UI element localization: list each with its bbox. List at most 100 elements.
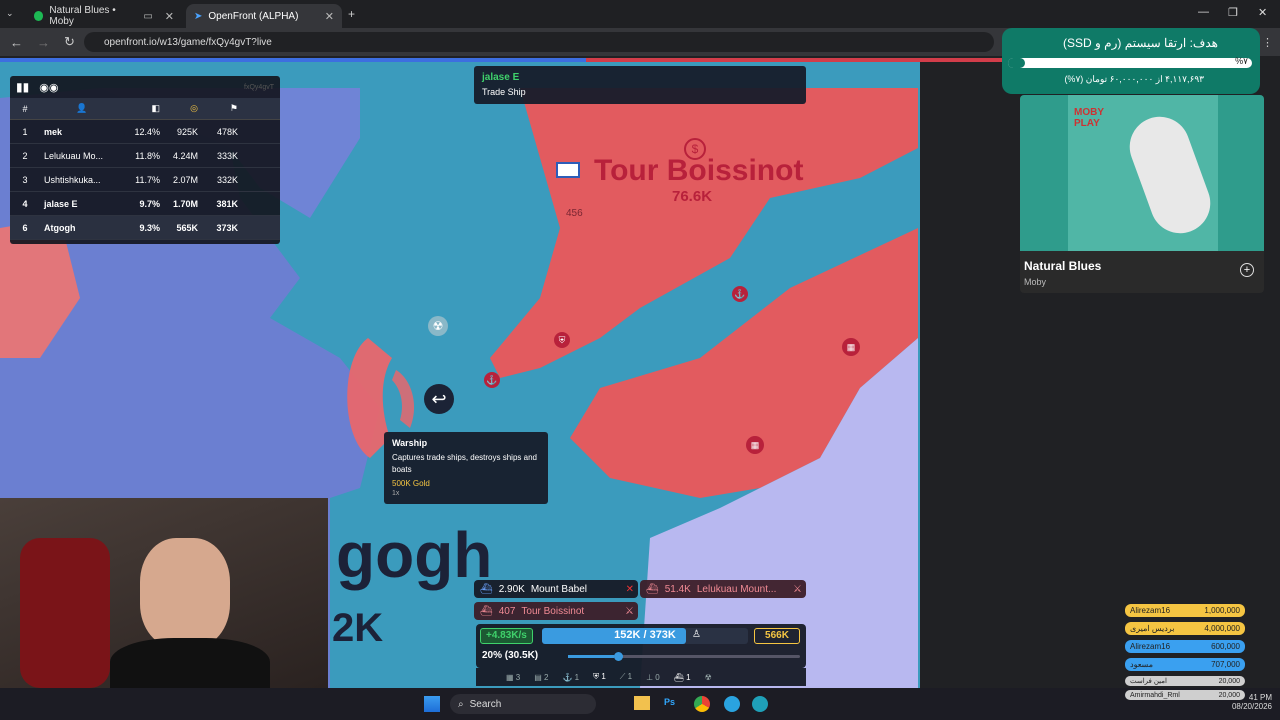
- tab-list-icon[interactable]: ⌄: [6, 8, 14, 19]
- new-tab-icon[interactable]: +: [348, 7, 355, 21]
- build-city-icon[interactable]: ▦ 3: [506, 673, 520, 682]
- goal-title: هدف: ارتقا سیستم (رم و SSD): [1063, 36, 1218, 50]
- telegram-icon[interactable]: [724, 696, 740, 712]
- donation-goal: هدف: ارتقا سیستم (رم و SSD) %۷ ۴,۱۱۷,۶۹۳…: [1002, 28, 1260, 94]
- city-icon: ▦: [842, 338, 860, 356]
- close-tab-icon[interactable]: ✕: [165, 10, 174, 23]
- leaderboard-header: # 👤 ◧ ◎ ⚑: [10, 98, 280, 120]
- troops-cell: 373K: [216, 222, 238, 233]
- tab-openfront[interactable]: ➤ OpenFront (ALPHA) ✕: [186, 4, 342, 28]
- photoshop-icon[interactable]: Ps: [664, 697, 675, 707]
- players-icon[interactable]: ◉◉: [39, 81, 58, 94]
- goal-progress: [1008, 58, 1252, 68]
- pct-cell: 12.4%: [134, 126, 160, 137]
- boat-icon: ⛴: [480, 583, 493, 595]
- attack-row[interactable]: ⛴ 2.90K Mount Babel ✕: [474, 580, 638, 598]
- tab-audio-icon[interactable]: ▭: [143, 11, 152, 22]
- windows-start-icon[interactable]: [424, 696, 440, 712]
- flag-icon: [556, 162, 580, 178]
- trade-ship-tooltip: jalase E Trade Ship: [474, 66, 806, 104]
- table-row[interactable]: 6 Atgogh 9.3% 565K 373K: [10, 216, 280, 240]
- taskbar-search[interactable]: ⌕ Search: [450, 694, 596, 714]
- game-id: fxQy4gvT: [244, 83, 274, 91]
- table-row[interactable]: 1 mek 12.4% 925K 478K: [10, 120, 280, 144]
- build-port-icon[interactable]: ⚓ 1: [562, 673, 579, 682]
- rank-header[interactable]: #: [10, 104, 40, 114]
- spotify-icon: [34, 11, 44, 21]
- attack-amount: 2.90K: [498, 583, 525, 595]
- clock-date: 08/20/2026: [1231, 702, 1272, 711]
- edge-icon[interactable]: [752, 696, 768, 712]
- back-icon[interactable]: ←: [10, 35, 23, 50]
- forward-icon[interactable]: →: [37, 35, 50, 50]
- album-text: MOBY PLAY: [1074, 107, 1104, 129]
- gold-cell: 1.70M: [172, 198, 198, 209]
- troop-rate: +4.83K/s: [480, 628, 533, 644]
- gold-cell: 4.24M: [172, 150, 198, 161]
- chrome-icon[interactable]: [694, 696, 710, 712]
- reload-icon[interactable]: ↻: [64, 34, 75, 50]
- leaderboard-panel: ▮▮ ◉◉ fxQy4gvT # 👤 ◧ ◎ ⚑ 1 mek 12.4% 925…: [10, 76, 280, 244]
- table-row[interactable]: 3 Ushtishkuka... 11.7% 2.07M 332K: [10, 168, 280, 192]
- url-text: openfront.io/w13/game/fxQy4gvT?live: [104, 36, 272, 48]
- file-explorer-icon[interactable]: [634, 696, 650, 710]
- incoming-attack-row[interactable]: ⛴ 51.4K Lelukuau Mount... ⚔: [640, 580, 806, 598]
- city-icon: ▦: [746, 436, 764, 454]
- table-row[interactable]: 4 jalase E 9.7% 1.70M 381K: [10, 192, 280, 216]
- add-icon[interactable]: +: [1240, 263, 1254, 277]
- close-tab-icon[interactable]: ✕: [325, 10, 334, 23]
- nuke-build-icon[interactable]: ☢: [705, 673, 712, 682]
- ratio-slider[interactable]: [568, 652, 800, 661]
- build-factory-icon[interactable]: ▤ 2: [534, 673, 548, 682]
- menu-icon[interactable]: ⋮: [1262, 36, 1273, 49]
- troops-cell: 333K: [216, 150, 238, 161]
- player-icon[interactable]: 👤: [40, 103, 120, 114]
- browser-tab-bar: ⌄ Natural Blues • Moby ▭ ✕ ➤ OpenFront (…: [0, 0, 1280, 28]
- gold-amount: 566K: [754, 628, 800, 644]
- nuke-icon: ☢: [428, 316, 448, 336]
- now-playing-widget: MOBY PLAY Natural Blues Moby +: [1020, 95, 1264, 293]
- rank-cell: 2: [22, 150, 28, 161]
- back-arrow-icon[interactable]: ↩: [424, 384, 454, 414]
- build-defense-icon[interactable]: ⛨ 1: [593, 672, 606, 682]
- warship-desc: Captures trade ships, destroys ships and…: [392, 453, 537, 474]
- troops-icon[interactable]: ⚑: [198, 103, 238, 114]
- build-sam-icon[interactable]: ⊥ 0: [646, 673, 660, 682]
- name-cell: mek: [44, 126, 63, 137]
- address-bar[interactable]: openfront.io/w13/game/fxQy4gvT?live: [84, 32, 994, 52]
- control-panel: +4.83K/s 152K / 373K ♙ 566K 20% (30.5K): [476, 624, 806, 668]
- table-row[interactable]: 2 Lelukuau Mo... 11.8% 4.24M 333K: [10, 144, 280, 168]
- build-warship-icon[interactable]: ⛴ 1: [674, 673, 691, 682]
- attack-amount: 51.4K: [664, 583, 691, 595]
- streamer-face: [140, 538, 230, 648]
- tooltip-player: jalase E: [482, 72, 520, 83]
- name-cell: Atgogh: [44, 222, 76, 233]
- openfront-icon: ➤: [194, 10, 203, 22]
- name-cell: jalase E: [44, 198, 78, 209]
- maximize-icon[interactable]: ❐: [1228, 6, 1238, 19]
- pct-cell: 11.8%: [135, 150, 160, 161]
- name-cell: Lelukuau Mo...: [44, 150, 104, 161]
- minimize-icon[interactable]: —: [1198, 6, 1209, 18]
- gold-cell: 565K: [176, 222, 198, 233]
- gold-icon[interactable]: ◎: [160, 103, 198, 114]
- donor-item: بردیس امیری 4,000,000: [1125, 622, 1245, 635]
- gaming-chair: [20, 538, 110, 688]
- tab-natural-blues[interactable]: Natural Blues • Moby ▭ ✕: [26, 4, 182, 28]
- anchor-icon: ⚓: [484, 372, 500, 388]
- tooltip-unit: Trade Ship: [482, 87, 526, 97]
- slider-handle[interactable]: [614, 652, 624, 661]
- warship-cost: 500K Gold: [392, 479, 430, 488]
- incoming-attack-row[interactable]: ⛴ 407 Tour Boissinot ⚔: [474, 602, 638, 620]
- build-missile-icon[interactable]: ⟋ 1: [620, 672, 632, 682]
- donor-item: Amirmahdi_Rml 20,000: [1125, 690, 1245, 700]
- donor-item: مسعود 707,000: [1125, 658, 1245, 671]
- webcam-overlay: [0, 498, 328, 688]
- cancel-icon[interactable]: ✕: [626, 584, 634, 595]
- boat-icon: ⛴: [646, 583, 659, 595]
- territory-icon[interactable]: ◧: [120, 103, 160, 114]
- goal-progress-fill: [1008, 58, 1026, 68]
- close-window-icon[interactable]: ✕: [1258, 6, 1267, 19]
- donor-item: امین فراست 20,000: [1125, 676, 1245, 686]
- chart-icon[interactable]: ▮▮: [16, 80, 29, 94]
